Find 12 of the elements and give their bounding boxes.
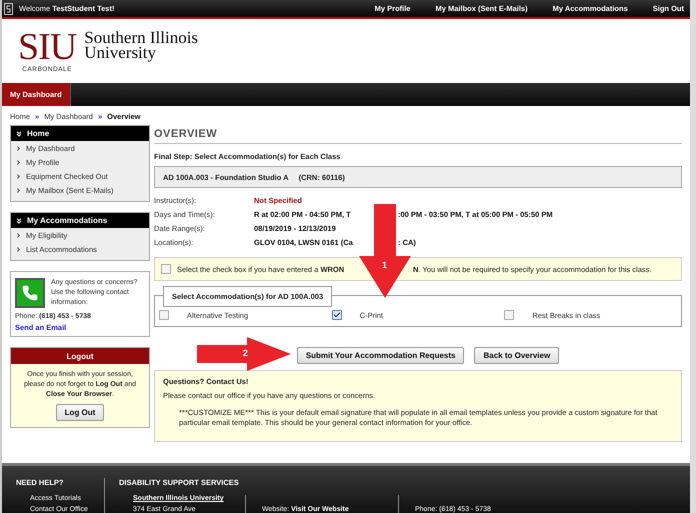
- step-number: 1: [382, 260, 388, 270]
- page-title: OVERVIEW: [154, 125, 682, 144]
- logout-button[interactable]: Log Out: [56, 404, 104, 421]
- university-name: University: [84, 45, 156, 60]
- logout-header: Logout: [11, 348, 149, 364]
- menu-header[interactable]: Home: [11, 126, 149, 141]
- step-number: 2: [242, 348, 248, 358]
- logo-mark: SIU: [18, 30, 76, 64]
- university-name: Southern Illinois: [84, 30, 198, 45]
- back-button[interactable]: Back to Overview: [474, 347, 560, 364]
- submit-button[interactable]: Submit Your Accommodation Requests: [296, 347, 464, 364]
- menu-header[interactable]: My Accommodations: [11, 213, 149, 228]
